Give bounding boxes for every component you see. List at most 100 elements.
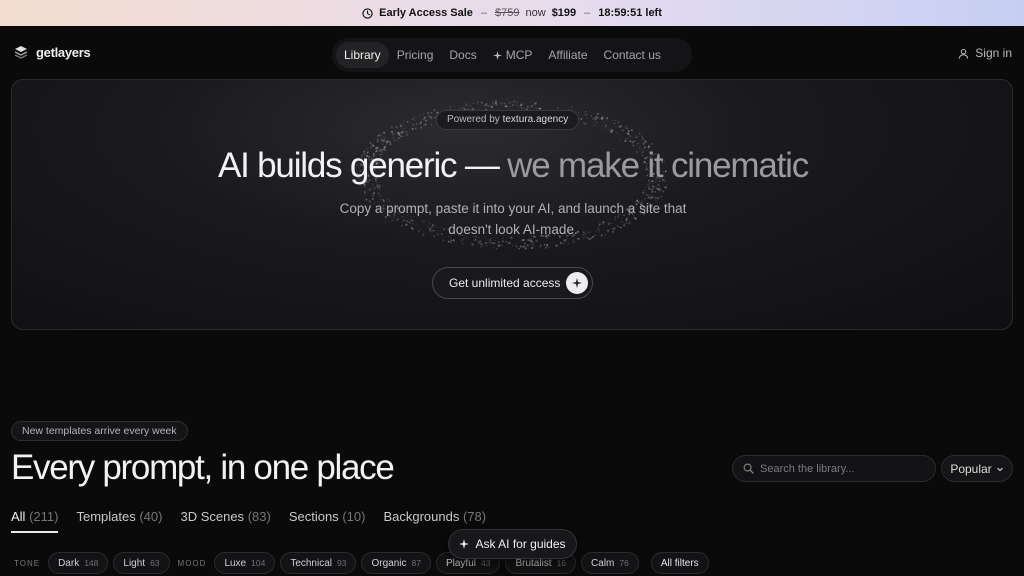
- filter-bar: TONE Dark 148 Light 63 MOOD Luxe 104 Techni…: [11, 552, 709, 574]
- filter-chip-technical[interactable]: Technical 93: [280, 552, 357, 574]
- swirl-particle: [403, 120, 405, 122]
- swirl-particle: [619, 138, 621, 140]
- tab-templates[interactable]: Templates (40): [76, 509, 162, 533]
- swirl-particle: [624, 127, 626, 129]
- swirl-particle: [642, 191, 645, 194]
- swirl-particle: [427, 115, 430, 118]
- swirl-particle: [498, 102, 501, 104]
- swirl-particle: [418, 123, 421, 126]
- sale-banner[interactable]: Early Access Sale – $759 now $199 – 18:5…: [0, 0, 1024, 26]
- swirl-particle: [422, 113, 424, 115]
- filter-chip-calm[interactable]: Calm 76: [581, 552, 639, 574]
- swirl-particle: [376, 140, 379, 143]
- swirl-particle: [645, 193, 647, 196]
- swirl-particle: [402, 123, 404, 125]
- nav-item-pricing[interactable]: Pricing: [389, 42, 442, 68]
- powered-by-badge[interactable]: Powered by textura.agency: [436, 110, 580, 130]
- nav-item-library[interactable]: Library: [336, 42, 389, 68]
- filter-chip-dark[interactable]: Dark 148: [48, 552, 109, 574]
- filter-chip-light[interactable]: Light 63: [113, 552, 170, 574]
- swirl-particle: [580, 117, 583, 120]
- search-input[interactable]: [760, 462, 930, 475]
- swirl-particle: [518, 107, 520, 109]
- get-access-button[interactable]: Get unlimited access: [432, 267, 593, 299]
- swirl-particle: [389, 133, 391, 136]
- filter-chip-organic[interactable]: Organic 87: [361, 552, 431, 574]
- swirl-particle: [523, 242, 527, 245]
- search-box[interactable]: [732, 455, 936, 482]
- swirl-particle: [433, 109, 436, 112]
- swirl-particle: [505, 241, 508, 243]
- nav-item-mcp[interactable]: MCP: [485, 42, 541, 68]
- swirl-particle: [643, 190, 645, 192]
- swirl-particle: [402, 127, 403, 129]
- tab-sections[interactable]: Sections (10): [289, 509, 366, 533]
- filter-chip-luxe[interactable]: Luxe 104: [214, 552, 276, 574]
- swirl-particle: [494, 100, 498, 103]
- swirl-particle: [624, 139, 627, 143]
- swirl-particle: [633, 137, 635, 139]
- swirl-particle: [415, 123, 418, 125]
- swirl-particle: [627, 131, 630, 133]
- ask-ai-button[interactable]: Ask AI for guides: [448, 529, 577, 559]
- swirl-particle: [595, 116, 599, 119]
- nav-item-contact[interactable]: Contact us: [596, 42, 669, 68]
- swirl-particle: [425, 119, 428, 122]
- swirl-particle: [390, 130, 394, 134]
- swirl-particle: [605, 124, 607, 127]
- tab-3d-scenes[interactable]: 3D Scenes (83): [180, 509, 270, 533]
- swirl-particle: [530, 105, 533, 108]
- sort-dropdown[interactable]: Popular: [941, 455, 1013, 482]
- nav-item-docs[interactable]: Docs: [441, 42, 484, 68]
- swirl-particle: [460, 107, 462, 110]
- swirl-particle: [383, 137, 386, 139]
- swirl-particle: [515, 245, 518, 248]
- swirl-particle: [509, 241, 511, 243]
- clock-icon: [362, 7, 373, 19]
- all-filters-button[interactable]: All filters: [650, 552, 709, 574]
- swirl-particle: [389, 143, 392, 146]
- swirl-particle: [476, 244, 478, 246]
- search-icon: [743, 463, 754, 474]
- swirl-particle: [395, 126, 398, 129]
- tab-all[interactable]: All (211): [11, 509, 59, 533]
- swirl-particle: [398, 137, 400, 139]
- swirl-particle: [615, 119, 617, 121]
- swirl-particle: [532, 243, 534, 245]
- swirl-particle: [527, 105, 529, 108]
- swirl-particle: [418, 115, 420, 117]
- swirl-particle: [474, 243, 476, 245]
- swirl-particle: [530, 243, 532, 246]
- swirl-particle: [405, 133, 409, 136]
- swirl-particle: [604, 120, 606, 123]
- swirl-particle: [380, 133, 383, 136]
- swirl-particle: [461, 242, 465, 245]
- swirl-particle: [492, 241, 496, 245]
- swirl-particle: [478, 242, 480, 244]
- swirl-particle: [637, 143, 638, 145]
- swirl-particle: [662, 190, 665, 193]
- swirl-particle: [430, 116, 433, 119]
- sign-in-button[interactable]: Sign in: [958, 46, 1012, 60]
- nav-item-affiliate[interactable]: Affiliate: [540, 42, 595, 68]
- swirl-particle: [480, 243, 483, 246]
- swirl-particle: [377, 186, 379, 189]
- swirl-particle: [642, 142, 645, 145]
- swirl-particle: [481, 101, 483, 104]
- swirl-particle: [400, 135, 402, 137]
- swirl-particle: [480, 240, 482, 241]
- swirl-particle: [594, 120, 596, 122]
- swirl-particle: [495, 248, 498, 250]
- swirl-particle: [656, 187, 659, 190]
- swirl-particle: [621, 125, 623, 127]
- swirl-particle: [652, 187, 655, 191]
- logo[interactable]: getlayers: [13, 44, 91, 60]
- swirl-particle: [487, 240, 490, 244]
- swirl-particle: [459, 240, 461, 242]
- swirl-particle: [611, 129, 614, 132]
- swirl-particle: [384, 138, 386, 140]
- hero-subtitle: Copy a prompt, paste it into your AI, an…: [339, 201, 687, 237]
- swirl-particle: [463, 105, 465, 107]
- swirl-particle: [392, 137, 394, 139]
- swirl-particle: [476, 101, 479, 104]
